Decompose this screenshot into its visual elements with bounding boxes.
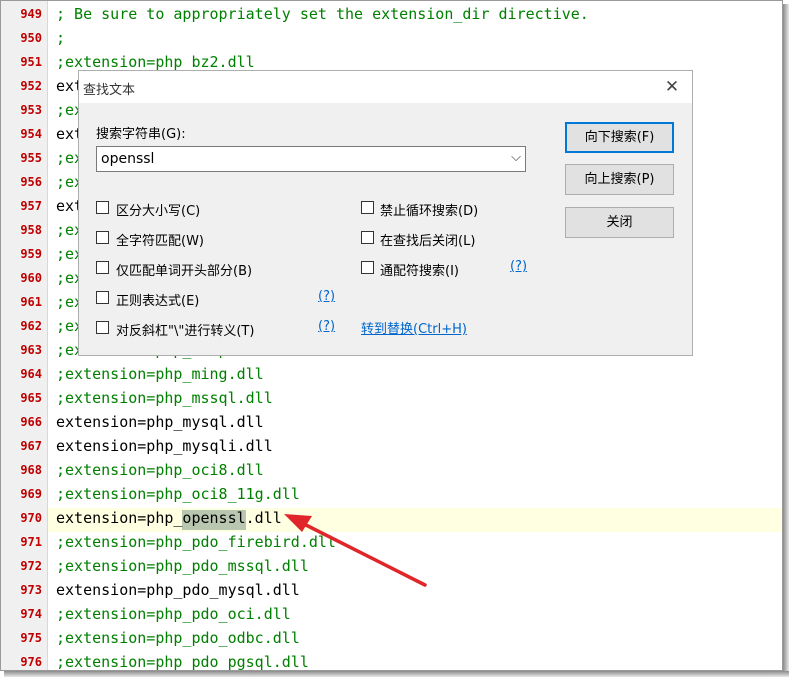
- annotation-arrow: [284, 514, 427, 587]
- arrow-shaft: [296, 519, 427, 587]
- arrow-head: [284, 514, 312, 532]
